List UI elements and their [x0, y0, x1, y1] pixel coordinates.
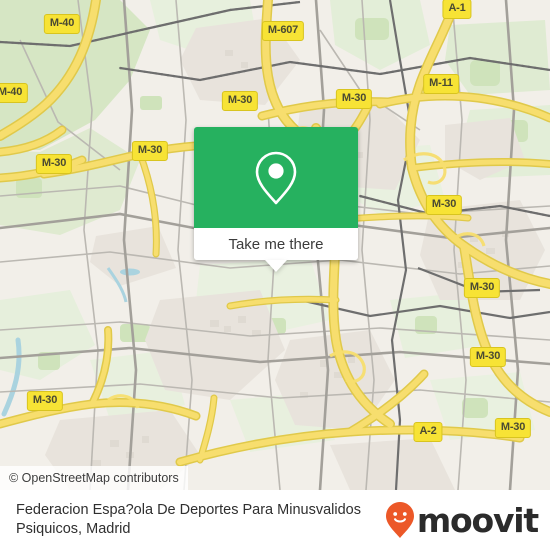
map-pin-icon — [255, 151, 297, 204]
take-me-there-card[interactable]: Take me there — [194, 127, 358, 272]
road-shield: M-30 — [221, 91, 259, 111]
road-shield: M-40 — [43, 14, 81, 34]
moovit-wordmark: moovit — [416, 500, 539, 540]
road-shield: M-40 — [0, 83, 29, 103]
road-shield: M-607 — [261, 21, 305, 41]
road-shield: M-30 — [26, 391, 64, 411]
moovit-smiley-pin-icon — [385, 502, 414, 538]
card-cta-area[interactable]: Take me there — [194, 228, 358, 272]
road-shield: M-30 — [469, 347, 507, 367]
road-shield: M-30 — [425, 195, 463, 215]
take-me-there-label: Take me there — [228, 235, 324, 253]
road-shield: M-30 — [463, 278, 501, 298]
road-shield: M-30 — [494, 418, 532, 438]
place-title: Federacion Espa?ola De Deportes Para Min… — [16, 502, 361, 537]
road-shield: M-30 — [335, 89, 373, 109]
road-shield: M-30 — [131, 141, 169, 161]
moovit-brand[interactable]: moovit — [385, 500, 539, 540]
map-share-card-screenshot: M-40 M-607 A-1 M-40 M-30 M-30 M-11 M-30 … — [0, 0, 550, 550]
road-shield: A-2 — [413, 422, 443, 442]
road-shield: M-30 — [35, 154, 73, 174]
card-icon-area — [194, 127, 358, 228]
road-shield: A-1 — [442, 0, 472, 19]
map-attribution[interactable]: © OpenStreetMap contributors — [0, 466, 188, 490]
footer-bar: Federacion Espa?ola De Deportes Para Min… — [0, 490, 550, 550]
card-pointer-tail — [265, 260, 287, 272]
attribution-text: © OpenStreetMap contributors — [9, 471, 179, 485]
road-shield: M-11 — [423, 74, 459, 94]
